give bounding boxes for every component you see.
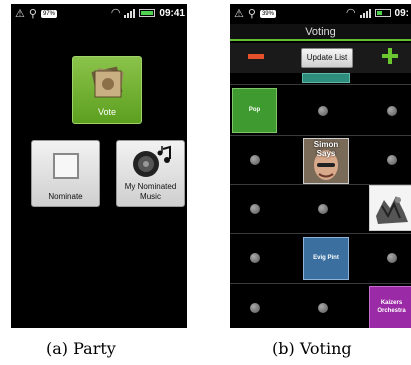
- battery-icon: [139, 9, 156, 17]
- vote-label: Vote: [97, 107, 117, 117]
- empty-slot-dot[interactable]: [387, 155, 397, 165]
- battery-percent-badge: 97%: [40, 10, 57, 18]
- album-stack-icon: [91, 66, 124, 98]
- battery-percent-badge: 39%: [259, 10, 276, 18]
- empty-slot-dot[interactable]: [250, 253, 260, 263]
- update-list-button[interactable]: Update List: [301, 48, 353, 68]
- clock: 09:41: [159, 7, 185, 19]
- nominate-label: Nominate: [48, 192, 83, 201]
- checkbox-square-icon: [53, 153, 79, 179]
- empty-slot-dot[interactable]: [387, 253, 397, 263]
- empty-slot-dot[interactable]: [318, 303, 328, 313]
- figure-caption: (b) Voting: [272, 339, 352, 358]
- signal-icon: [359, 8, 371, 18]
- plus-icon[interactable]: [382, 48, 398, 64]
- warning-icon: ⚠: [234, 8, 244, 20]
- nominate-button[interactable]: Nominate: [31, 140, 100, 207]
- song-tile-album-art[interactable]: [369, 185, 411, 231]
- usb-icon: ⚲: [247, 8, 256, 20]
- row-divider: [230, 84, 411, 85]
- clock: 09:: [394, 7, 409, 19]
- status-bar: ⚠ ⚲ 39% ◠ 09:: [230, 4, 411, 24]
- warning-icon: ⚠: [15, 8, 25, 20]
- empty-slot-dot[interactable]: [250, 303, 260, 313]
- song-tile-kaizers-orchestra[interactable]: Kaizers Orchestra: [369, 286, 411, 328]
- empty-slot-dot[interactable]: [318, 204, 328, 214]
- figure-caption: (a) Party: [46, 339, 116, 358]
- usb-icon: ⚲: [28, 8, 37, 20]
- row-divider: [230, 283, 411, 284]
- voting-screen: ⚠ ⚲ 39% ◠ 09: Voting Update List Pop Sim…: [230, 4, 411, 328]
- empty-slot-dot[interactable]: [250, 155, 260, 165]
- empty-slot-dot[interactable]: [250, 204, 260, 214]
- song-tile-evig-pint[interactable]: Evig Pint: [303, 237, 349, 280]
- wifi-icon: ◠: [110, 7, 121, 19]
- battery-icon: [374, 9, 391, 17]
- vote-button[interactable]: Vote: [72, 56, 142, 124]
- wifi-icon: ◠: [345, 7, 356, 19]
- voting-toolbar: Update List: [230, 43, 411, 73]
- row-divider: [230, 135, 411, 136]
- song-tile-pop[interactable]: Pop: [232, 88, 277, 133]
- song-tile-partial[interactable]: [302, 73, 350, 83]
- song-tile-label: Simon Says: [313, 140, 339, 158]
- empty-slot-dot[interactable]: [318, 106, 328, 116]
- signal-icon: [124, 8, 136, 18]
- status-bar: ⚠ ⚲ 97% ◠ 09:41: [11, 4, 187, 24]
- minus-icon[interactable]: [248, 54, 264, 59]
- party-screen: ⚠ ⚲ 97% ◠ 09:41 Vote Nominate My Nominat…: [11, 4, 187, 328]
- album-art-icon: [370, 186, 411, 230]
- row-divider: [230, 233, 411, 234]
- empty-slot-dot[interactable]: [387, 106, 397, 116]
- song-tile-simon-says[interactable]: Simon Says: [303, 138, 349, 184]
- speaker-music-icon: [133, 145, 171, 177]
- my-nominated-music-label: My Nominated Music: [124, 182, 177, 201]
- screen-title: Voting: [230, 24, 411, 41]
- my-nominated-music-button[interactable]: My Nominated Music: [116, 140, 185, 207]
